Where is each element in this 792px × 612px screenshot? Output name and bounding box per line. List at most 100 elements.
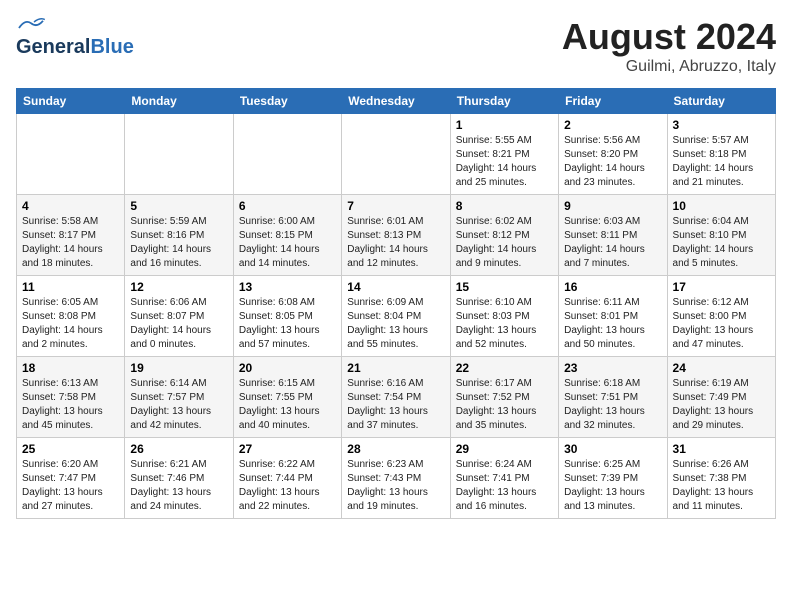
calendar-cell-4-2: 19 Sunrise: 6:14 AM Sunset: 7:57 PM Dayli… — [125, 357, 233, 438]
calendar-cell-2-4: 7 Sunrise: 6:01 AM Sunset: 8:13 PM Daylig… — [342, 195, 450, 276]
day-info: Sunrise: 6:21 AM Sunset: 7:46 PM Dayligh… — [130, 458, 227, 514]
day-info: Sunrise: 6:16 AM Sunset: 7:54 PM Dayligh… — [347, 377, 444, 433]
day-number: 22 — [456, 361, 553, 375]
day-info: Sunrise: 6:02 AM Sunset: 8:12 PM Dayligh… — [456, 215, 553, 271]
day-info: Sunrise: 6:09 AM Sunset: 8:04 PM Dayligh… — [347, 296, 444, 352]
calendar-cell-5-3: 27Sunrise: 6:22 AM Sunset: 7:44 PM Dayli… — [233, 438, 341, 519]
day-number: 29 — [456, 442, 553, 456]
title-block: August 2024 Guilmi, Abruzzo, Italy — [562, 16, 776, 76]
day-number: 9 — [564, 199, 661, 213]
day-info: Sunrise: 6:17 AM Sunset: 7:52 PM Dayligh… — [456, 377, 553, 433]
day-info: Sunrise: 6:06 AM Sunset: 8:07 PM Dayligh… — [130, 296, 227, 352]
weekday-header-thursday: Thursday — [450, 89, 558, 114]
weekday-header-sunday: Sunday — [17, 89, 125, 114]
calendar-cell-5-2: 26 Sunrise: 6:21 AM Sunset: 7:46 PM Dayli… — [125, 438, 233, 519]
weekday-header-saturday: Saturday — [667, 89, 775, 114]
weekday-header-monday: Monday — [125, 89, 233, 114]
logo-bird-icon — [16, 16, 46, 34]
calendar-cell-3-6: 16 Sunrise: 6:11 AM Sunset: 8:01 PM Dayli… — [559, 276, 667, 357]
day-info: Sunrise: 5:55 AM Sunset: 8:21 PM Dayligh… — [456, 134, 553, 190]
day-number: 11 — [22, 280, 119, 294]
day-info: Sunrise: 6:04 AM Sunset: 8:10 PM Dayligh… — [673, 215, 770, 271]
logo-blue: Blue — [90, 36, 133, 59]
calendar-cell-1-4 — [342, 114, 450, 195]
day-number: 15 — [456, 280, 553, 294]
day-info: Sunrise: 6:24 AM Sunset: 7:41 PM Dayligh… — [456, 458, 553, 514]
day-info: Sunrise: 6:00 AM Sunset: 8:15 PM Dayligh… — [239, 215, 336, 271]
day-number: 12 — [130, 280, 227, 294]
calendar-cell-2-5: 8 Sunrise: 6:02 AM Sunset: 8:12 PM Daylig… — [450, 195, 558, 276]
calendar-cell-1-7: 3Sunrise: 5:57 AM Sunset: 8:18 PM Daylig… — [667, 114, 775, 195]
day-info: Sunrise: 6:22 AM Sunset: 7:44 PM Dayligh… — [239, 458, 336, 514]
day-number: 3 — [673, 118, 770, 132]
page-header: General Blue August 2024 Guilmi, Abruzzo… — [16, 16, 776, 76]
day-info: Sunrise: 6:10 AM Sunset: 8:03 PM Dayligh… — [456, 296, 553, 352]
day-number: 31 — [673, 442, 770, 456]
calendar-table: SundayMondayTuesdayWednesdayThursdayFrid… — [16, 88, 776, 519]
calendar-cell-1-1 — [17, 114, 125, 195]
day-info: Sunrise: 6:08 AM Sunset: 8:05 PM Dayligh… — [239, 296, 336, 352]
day-number: 5 — [130, 199, 227, 213]
calendar-cell-1-3 — [233, 114, 341, 195]
calendar-cell-5-1: 25 Sunrise: 6:20 AM Sunset: 7:47 PM Dayli… — [17, 438, 125, 519]
calendar-cell-3-5: 15 Sunrise: 6:10 AM Sunset: 8:03 PM Dayli… — [450, 276, 558, 357]
calendar-cell-4-1: 18 Sunrise: 6:13 AM Sunset: 7:58 PM Dayli… — [17, 357, 125, 438]
day-number: 14 — [347, 280, 444, 294]
calendar-cell-1-6: 2 Sunrise: 5:56 AM Sunset: 8:20 PM Daylig… — [559, 114, 667, 195]
day-number: 21 — [347, 361, 444, 375]
day-number: 28 — [347, 442, 444, 456]
week-row-3: 11 Sunrise: 6:05 AM Sunset: 8:08 PM Dayli… — [17, 276, 776, 357]
logo: General Blue — [16, 16, 134, 59]
day-number: 26 — [130, 442, 227, 456]
calendar-cell-4-6: 23 Sunrise: 6:18 AM Sunset: 7:51 PM Dayli… — [559, 357, 667, 438]
day-number: 23 — [564, 361, 661, 375]
day-number: 6 — [239, 199, 336, 213]
day-info: Sunrise: 6:05 AM Sunset: 8:08 PM Dayligh… — [22, 296, 119, 352]
calendar-cell-3-4: 14 Sunrise: 6:09 AM Sunset: 8:04 PM Dayli… — [342, 276, 450, 357]
day-info: Sunrise: 6:15 AM Sunset: 7:55 PM Dayligh… — [239, 377, 336, 433]
weekday-header-wednesday: Wednesday — [342, 89, 450, 114]
calendar-cell-4-3: 20 Sunrise: 6:15 AM Sunset: 7:55 PM Dayli… — [233, 357, 341, 438]
day-number: 13 — [239, 280, 336, 294]
calendar-cell-1-5: 1 Sunrise: 5:55 AM Sunset: 8:21 PM Daylig… — [450, 114, 558, 195]
calendar-cell-4-4: 21 Sunrise: 6:16 AM Sunset: 7:54 PM Dayli… — [342, 357, 450, 438]
day-number: 20 — [239, 361, 336, 375]
day-info: Sunrise: 6:23 AM Sunset: 7:43 PM Dayligh… — [347, 458, 444, 514]
day-info: Sunrise: 6:12 AM Sunset: 8:00 PM Dayligh… — [673, 296, 770, 352]
day-number: 7 — [347, 199, 444, 213]
day-info: Sunrise: 6:03 AM Sunset: 8:11 PM Dayligh… — [564, 215, 661, 271]
calendar-cell-4-7: 24 Sunrise: 6:19 AM Sunset: 7:49 PM Dayli… — [667, 357, 775, 438]
day-number: 24 — [673, 361, 770, 375]
day-info: Sunrise: 6:13 AM Sunset: 7:58 PM Dayligh… — [22, 377, 119, 433]
logo-general: General — [16, 36, 90, 59]
day-info: Sunrise: 5:56 AM Sunset: 8:20 PM Dayligh… — [564, 134, 661, 190]
day-info: Sunrise: 6:25 AM Sunset: 7:39 PM Dayligh… — [564, 458, 661, 514]
day-info: Sunrise: 6:14 AM Sunset: 7:57 PM Dayligh… — [130, 377, 227, 433]
day-number: 18 — [22, 361, 119, 375]
weekday-header-row: SundayMondayTuesdayWednesdayThursdayFrid… — [17, 89, 776, 114]
week-row-2: 4Sunrise: 5:58 AM Sunset: 8:17 PM Daylig… — [17, 195, 776, 276]
calendar-cell-3-7: 17Sunrise: 6:12 AM Sunset: 8:00 PM Dayli… — [667, 276, 775, 357]
day-number: 2 — [564, 118, 661, 132]
day-number: 30 — [564, 442, 661, 456]
day-info: Sunrise: 6:20 AM Sunset: 7:47 PM Dayligh… — [22, 458, 119, 514]
day-info: Sunrise: 6:26 AM Sunset: 7:38 PM Dayligh… — [673, 458, 770, 514]
day-number: 16 — [564, 280, 661, 294]
day-number: 8 — [456, 199, 553, 213]
day-info: Sunrise: 6:19 AM Sunset: 7:49 PM Dayligh… — [673, 377, 770, 433]
calendar-cell-2-6: 9 Sunrise: 6:03 AM Sunset: 8:11 PM Daylig… — [559, 195, 667, 276]
day-number: 4 — [22, 199, 119, 213]
calendar-cell-2-3: 6 Sunrise: 6:00 AM Sunset: 8:15 PM Daylig… — [233, 195, 341, 276]
day-number: 1 — [456, 118, 553, 132]
day-info: Sunrise: 6:18 AM Sunset: 7:51 PM Dayligh… — [564, 377, 661, 433]
calendar-cell-5-6: 30 Sunrise: 6:25 AM Sunset: 7:39 PM Dayli… — [559, 438, 667, 519]
day-number: 10 — [673, 199, 770, 213]
calendar-cell-3-2: 12 Sunrise: 6:06 AM Sunset: 8:07 PM Dayli… — [125, 276, 233, 357]
day-number: 19 — [130, 361, 227, 375]
day-info: Sunrise: 6:11 AM Sunset: 8:01 PM Dayligh… — [564, 296, 661, 352]
day-info: Sunrise: 6:01 AM Sunset: 8:13 PM Dayligh… — [347, 215, 444, 271]
week-row-5: 25 Sunrise: 6:20 AM Sunset: 7:47 PM Dayli… — [17, 438, 776, 519]
day-number: 25 — [22, 442, 119, 456]
calendar-subtitle: Guilmi, Abruzzo, Italy — [562, 58, 776, 76]
weekday-header-friday: Friday — [559, 89, 667, 114]
